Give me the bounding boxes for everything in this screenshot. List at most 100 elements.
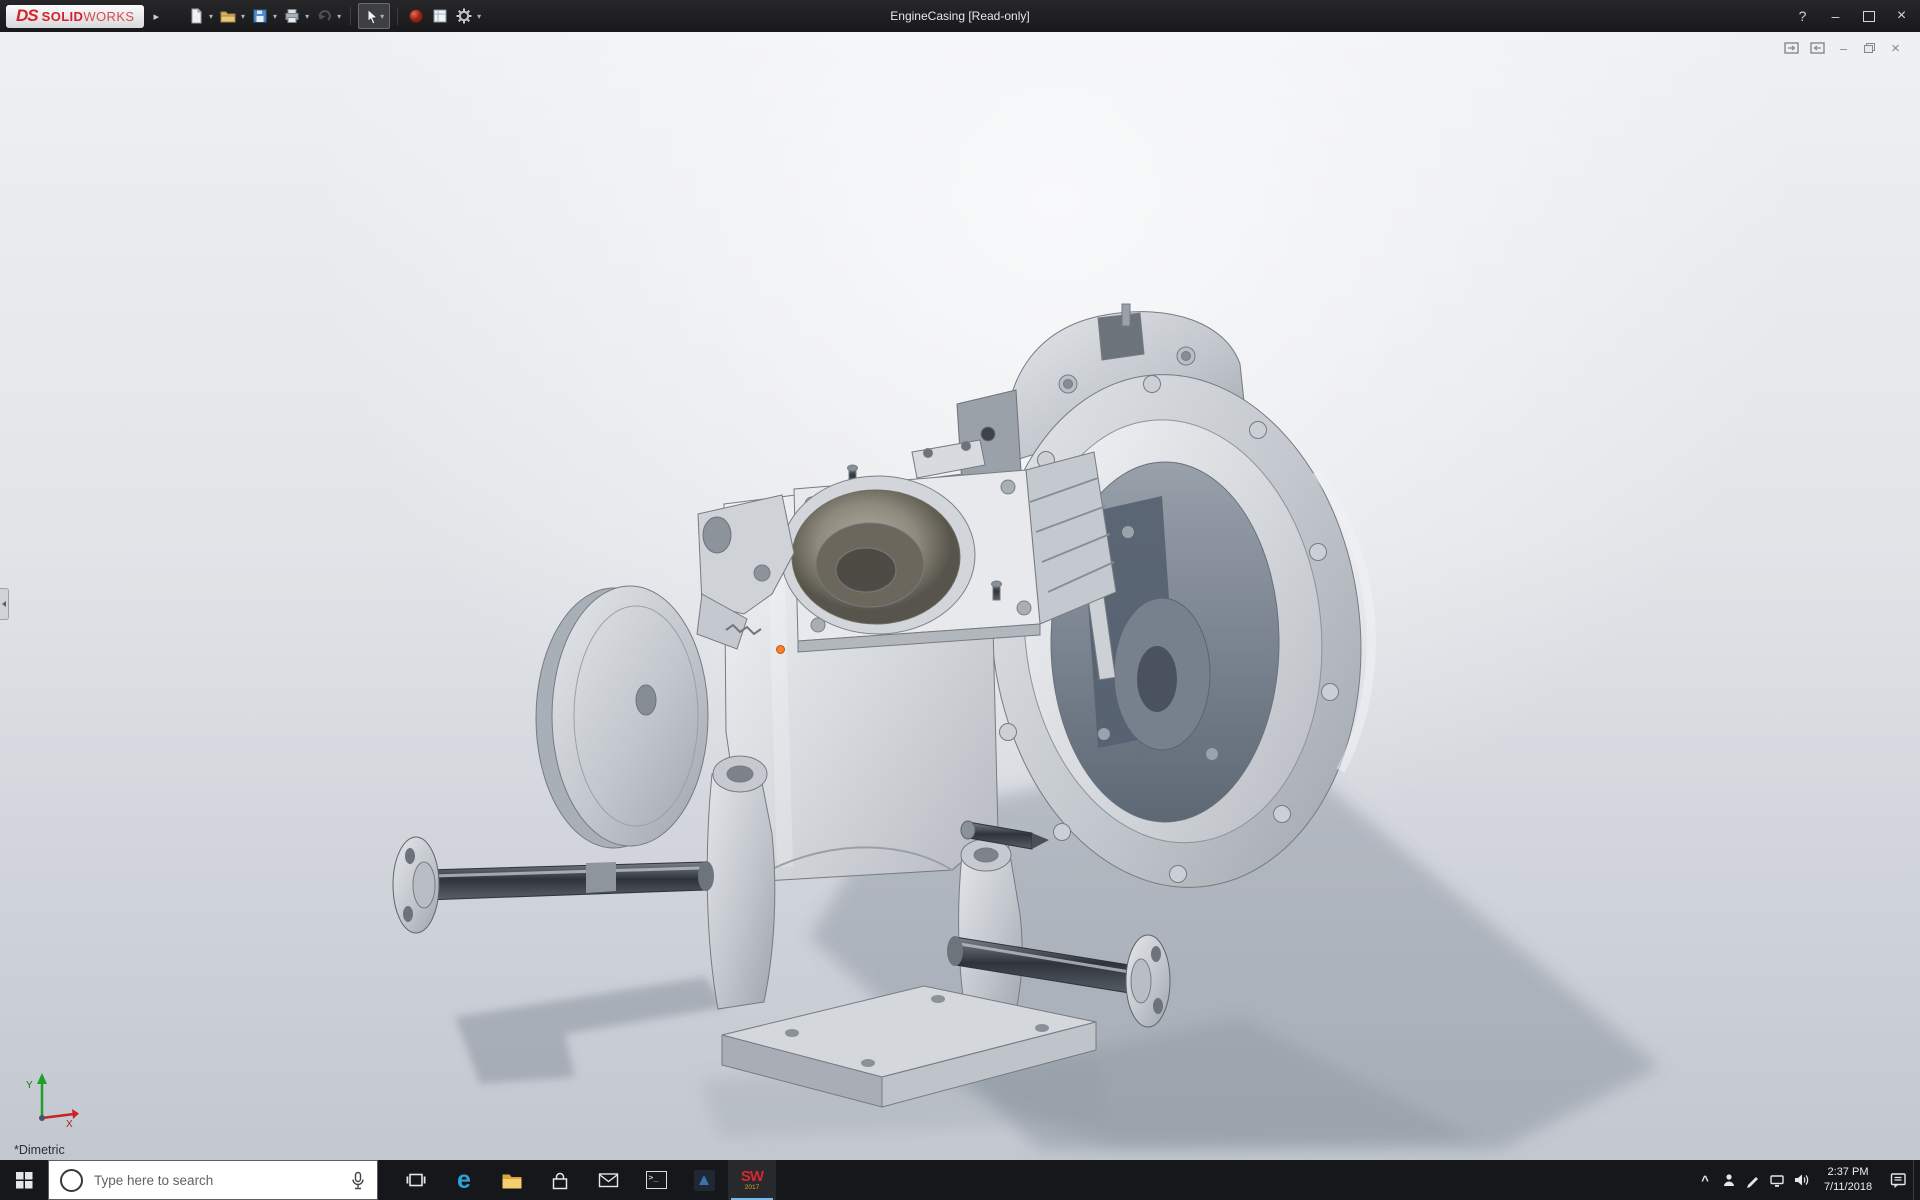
save-button[interactable]	[249, 4, 271, 28]
toolbar-separator	[350, 7, 352, 25]
select-cursor-icon	[367, 7, 379, 25]
taskbar-clock[interactable]: 2:37 PM 7/11/2018	[1813, 1165, 1883, 1195]
pen-icon	[1747, 1177, 1758, 1188]
selection-point[interactable]	[776, 645, 785, 654]
action-center-icon	[1890, 1172, 1906, 1188]
close-button[interactable]: ×	[1885, 0, 1918, 32]
doc-restore-button[interactable]	[1859, 38, 1880, 58]
brand-text-light: WORKS	[83, 8, 135, 24]
undo-icon	[318, 10, 331, 21]
task-view-button[interactable]	[392, 1160, 440, 1200]
titlebar: DS SOLID WORKS ▸ ▾ ▾ ▾ ▾ ▾ ▾ ▾ EngineCas…	[0, 0, 1920, 32]
windows-taskbar: e >_	[0, 1160, 1920, 1200]
ds-logo-icon: DS	[16, 6, 39, 25]
toolbar-separator	[397, 7, 399, 25]
window-controls: ? – ×	[1786, 0, 1918, 32]
new-document-button[interactable]	[185, 4, 207, 28]
document-window-controls: – ×	[1781, 38, 1906, 58]
help-button[interactable]: ?	[1786, 0, 1819, 32]
dropdown-arrow-icon[interactable]: ▾	[337, 12, 341, 21]
print-icon	[285, 9, 299, 23]
action-center-button[interactable]	[1883, 1160, 1913, 1200]
triad-x-label: X	[66, 1119, 73, 1128]
viewport-layout-button-1[interactable]	[1781, 38, 1802, 58]
maximize-button[interactable]	[1852, 0, 1885, 32]
orientation-triad: Y X	[26, 1073, 79, 1128]
open-folder-icon	[220, 11, 236, 23]
taskbar-item-solidworks[interactable]: SW 2017	[728, 1160, 776, 1200]
open-button[interactable]	[217, 4, 239, 28]
taskbar-item-console[interactable]: >_	[632, 1160, 680, 1200]
tray-expand-button[interactable]: ^	[1693, 1160, 1717, 1200]
windows-logo-icon	[15, 1171, 32, 1188]
edge-icon: e	[457, 1165, 471, 1194]
search-input[interactable]	[92, 1171, 339, 1189]
save-icon	[253, 9, 267, 23]
console-icon: >_	[645, 1171, 667, 1189]
sheet-properties-button[interactable]	[429, 4, 451, 28]
taskbar-item-file-explorer[interactable]	[488, 1160, 536, 1200]
undo-button[interactable]	[313, 4, 335, 28]
print-button[interactable]	[281, 4, 303, 28]
network-icon	[1770, 1175, 1784, 1187]
taskbar-item-store[interactable]	[536, 1160, 584, 1200]
tray-pen-button[interactable]	[1741, 1160, 1765, 1200]
dropdown-arrow-icon[interactable]: ▾	[273, 12, 277, 21]
taskbar-item-app[interactable]	[680, 1160, 728, 1200]
dropdown-arrow-icon[interactable]: ▾	[477, 12, 481, 21]
triad-y-label: Y	[26, 1080, 33, 1091]
tray-volume-button[interactable]	[1789, 1160, 1813, 1200]
collapse-arrow-icon	[2, 601, 6, 607]
show-desktop-button[interactable]	[1913, 1160, 1920, 1200]
minimize-button[interactable]: –	[1819, 0, 1852, 32]
quick-access-toolbar: ▾ ▾ ▾ ▾ ▾ ▾ ▾	[185, 3, 483, 29]
dropdown-arrow-icon[interactable]: ▾	[305, 12, 309, 21]
cortana-icon[interactable]	[60, 1168, 83, 1192]
taskbar-item-edge[interactable]: e	[440, 1160, 488, 1200]
maximize-icon	[1862, 10, 1875, 22]
side-cover-disc[interactable]	[535, 585, 709, 849]
menu-flyout-arrow-icon[interactable]: ▸	[153, 10, 159, 23]
brand-text-bold: SOLID	[41, 8, 84, 24]
start-button[interactable]	[0, 1160, 48, 1200]
task-view-icon	[406, 1173, 426, 1187]
sheet-icon	[433, 9, 447, 23]
pane-layout-icon	[1810, 42, 1825, 54]
solidworks-logo: DS SOLID WORKS	[6, 4, 145, 28]
view-orientation-label: *Dimetric	[14, 1143, 65, 1157]
viewport-layout-button-2[interactable]	[1807, 38, 1828, 58]
taskbar-item-mail[interactable]	[584, 1160, 632, 1200]
options-button[interactable]	[453, 4, 475, 28]
tray-people-button[interactable]	[1717, 1160, 1741, 1200]
taskbar-items: e >_ SW 2017	[392, 1160, 776, 1200]
mail-icon	[598, 1173, 618, 1188]
dropdown-arrow-icon[interactable]: ▾	[241, 12, 245, 21]
tray-network-button[interactable]	[1765, 1160, 1789, 1200]
clock-date: 7/11/2018	[1823, 1181, 1873, 1193]
doc-minimize-button[interactable]: –	[1833, 38, 1854, 58]
taskbar-search[interactable]	[48, 1160, 378, 1200]
app-icon	[693, 1169, 715, 1191]
panel-flyout-tab[interactable]	[0, 588, 9, 620]
doc-close-button[interactable]: ×	[1885, 38, 1906, 58]
dropdown-arrow-icon[interactable]: ▾	[209, 12, 213, 21]
appearance-sphere-icon	[409, 9, 424, 23]
graphics-viewport[interactable]: – × Y X *Dimetric	[0, 32, 1920, 1160]
select-tool-button[interactable]: ▾	[358, 3, 391, 29]
shaft-shadow	[455, 977, 725, 1084]
volume-icon	[1795, 1174, 1809, 1186]
mount-shaft-left[interactable]	[392, 836, 714, 934]
appearance-button[interactable]	[405, 4, 427, 28]
system-tray: ^ 2:37 PM 7/11/2018	[1693, 1160, 1920, 1200]
solidworks-icon: SW 2017	[740, 1167, 764, 1191]
upper-bracket[interactable]	[956, 389, 1022, 485]
chevron-up-icon: ^	[1701, 1172, 1709, 1188]
store-bag-icon	[552, 1172, 568, 1189]
options-gear-icon	[456, 8, 472, 24]
microphone-icon[interactable]	[349, 1171, 367, 1190]
clock-time: 2:37 PM	[1827, 1166, 1869, 1179]
engine-casing-model[interactable]	[0, 32, 1920, 1160]
new-document-icon	[191, 7, 203, 24]
dropdown-arrow-icon[interactable]: ▾	[380, 12, 384, 21]
restore-icon	[1864, 43, 1875, 53]
